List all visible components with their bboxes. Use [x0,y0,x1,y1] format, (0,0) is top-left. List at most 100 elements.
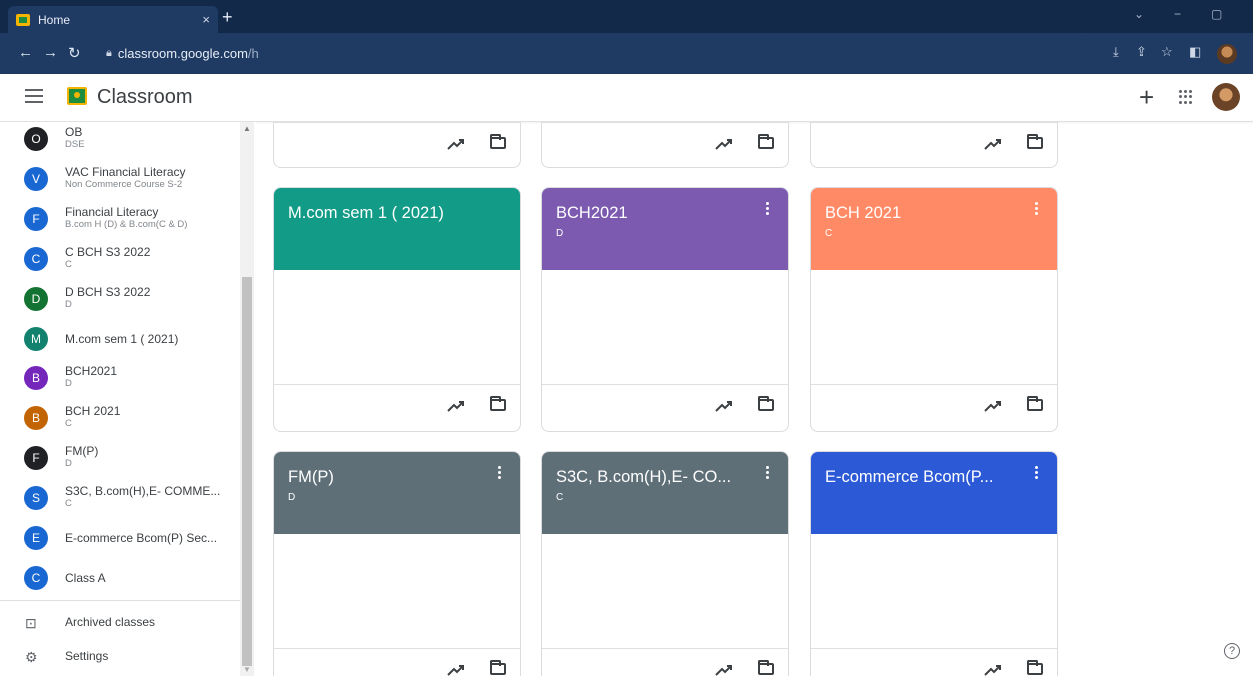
sidebar-class-item[interactable]: F Financial Literacy B.com H (D) & B.com(C… [0,199,240,239]
card-title[interactable]: FM(P) [288,468,334,487]
share-icon[interactable]: ⇪ [1136,44,1147,60]
scroll-up-arrow-icon[interactable]: ▲ [243,124,251,133]
sidebar-class-item[interactable]: V VAC Financial Literacy Non Commerce Cour… [0,159,240,199]
google-apps-icon[interactable] [1179,90,1193,104]
more-options-icon[interactable] [1035,466,1039,481]
card-title[interactable]: M.com sem 1 ( 2021) [288,204,444,223]
trend-icon[interactable] [714,397,734,415]
restore-button[interactable]: ▢ [1211,7,1222,21]
class-card-partial[interactable] [810,122,1058,168]
sidebar-class-item[interactable]: B BCH 2021 C [0,398,240,438]
sidebar-scroll-thumb[interactable] [242,277,252,666]
card-header-banner[interactable]: BCH2021 D [542,188,788,270]
sidebar-item-settings[interactable]: ⚙ Settings [0,641,240,671]
class-avatar: F [24,446,48,471]
sidebar-class-item[interactable]: C Class A [0,558,240,598]
sidebar-class-item[interactable]: B BCH2021 D [0,358,240,398]
folder-icon[interactable] [490,660,506,675]
reload-icon[interactable]: ↻ [68,44,81,62]
folder-icon[interactable] [758,660,774,675]
install-icon[interactable]: ⤓ [1113,44,1119,60]
bookmark-star-icon[interactable]: ☆ [1161,44,1173,60]
card-header-banner[interactable]: E-commerce Bcom(P... [811,452,1057,534]
minimize-button[interactable]: − [1174,7,1181,21]
browser-tab[interactable]: Home × [8,6,218,33]
card-header-banner[interactable]: FM(P) D [274,452,520,534]
sidebar-class-item[interactable]: O OB DSE [0,122,240,159]
sidebar-class-item[interactable]: M M.com sem 1 ( 2021) [0,319,240,359]
sidebar-class-item[interactable]: DD BCH S3 2022 D [0,279,240,319]
folder-icon[interactable] [490,134,506,149]
class-card[interactable]: BCH 2021 C [810,187,1058,432]
main-menu-icon[interactable] [25,89,43,103]
class-card[interactable]: S3C, B.com(H),E- CO... C [541,451,789,676]
browser-tab-bar: Home × + ⌄ − ▢ [0,0,1253,33]
lock-icon: 🔒︎ [106,47,112,59]
create-join-class-button[interactable]: + [1139,82,1154,113]
card-title[interactable]: BCH2021 [556,204,628,223]
class-card[interactable]: M.com sem 1 ( 2021) [273,187,521,432]
tab-close-icon[interactable]: × [202,12,210,27]
class-name: Class A [65,570,106,585]
folder-icon[interactable] [1027,396,1043,411]
sidebar-item-archived-classes[interactable]: ⊡ Archived classes [0,607,240,637]
class-card-partial[interactable] [541,122,789,168]
card-title[interactable]: S3C, B.com(H),E- CO... [556,468,731,487]
card-header-banner[interactable]: M.com sem 1 ( 2021) [274,188,520,270]
card-footer [274,648,520,676]
class-section: B.com H (D) & B.com(C & D) [65,218,188,230]
more-options-icon[interactable] [498,466,502,481]
more-options-icon[interactable] [1035,202,1039,217]
folder-icon[interactable] [1027,660,1043,675]
class-card-partial[interactable] [273,122,521,168]
folder-icon[interactable] [490,396,506,411]
class-section: C [65,498,72,510]
trend-icon[interactable] [446,397,466,415]
class-avatar: O [24,127,48,151]
scroll-down-arrow-icon[interactable]: ▼ [243,665,251,674]
browser-profile-avatar[interactable] [1217,44,1237,64]
card-header-banner[interactable]: S3C, B.com(H),E- CO... C [542,452,788,534]
app-title[interactable]: Classroom [97,86,193,109]
folder-icon[interactable] [758,134,774,149]
trend-icon[interactable] [983,661,1003,676]
class-section: D [65,378,72,390]
url-field[interactable]: 🔒︎ classroom.google.com/h [96,39,1096,68]
class-card[interactable]: E-commerce Bcom(P... [810,451,1058,676]
card-title[interactable]: BCH 2021 [825,204,901,223]
class-section: D [65,458,72,470]
folder-icon[interactable] [1027,134,1043,149]
sidebar-class-item[interactable]: E E-commerce Bcom(P) Sec... [0,518,240,558]
new-tab-button[interactable]: + [222,7,233,28]
back-icon[interactable]: ← [18,44,33,61]
trend-icon[interactable] [983,135,1003,153]
class-name: D BCH S3 2022 [65,284,151,299]
class-avatar: E [24,526,48,550]
class-avatar: V [24,166,48,191]
trend-icon[interactable] [714,135,734,153]
sidebar-class-item[interactable]: F FM(P) D [0,438,240,478]
more-options-icon[interactable] [766,202,770,217]
more-options-icon[interactable] [766,466,770,481]
card-title[interactable]: E-commerce Bcom(P... [825,468,993,487]
trend-icon[interactable] [446,135,466,153]
trend-icon[interactable] [446,661,466,676]
trend-icon[interactable] [983,397,1003,415]
sidebar-class-item[interactable]: CC BCH S3 2022 C [0,239,240,279]
url-host: classroom.google.com [117,46,248,61]
class-card[interactable]: FM(P) D [273,451,521,676]
card-header-banner[interactable]: BCH 2021 C [811,188,1057,270]
folder-icon[interactable] [758,396,774,411]
sidebar-class-item[interactable]: S S3C, B.com(H),E- COMME... C [0,478,240,518]
trend-icon[interactable] [714,661,734,676]
tab-search-icon[interactable]: ⌄ [1134,7,1144,21]
forward-icon[interactable]: → [43,44,58,61]
help-icon[interactable]: ? [1224,643,1240,659]
account-avatar[interactable] [1212,83,1240,111]
side-panel-icon[interactable]: ◧ [1189,44,1201,60]
sidebar-item-label: Archived classes [65,615,156,629]
class-card[interactable]: BCH2021 D [541,187,789,432]
card-section: D [556,228,564,239]
class-name: FM(P) [65,444,99,459]
classroom-logo-icon[interactable] [67,87,87,105]
